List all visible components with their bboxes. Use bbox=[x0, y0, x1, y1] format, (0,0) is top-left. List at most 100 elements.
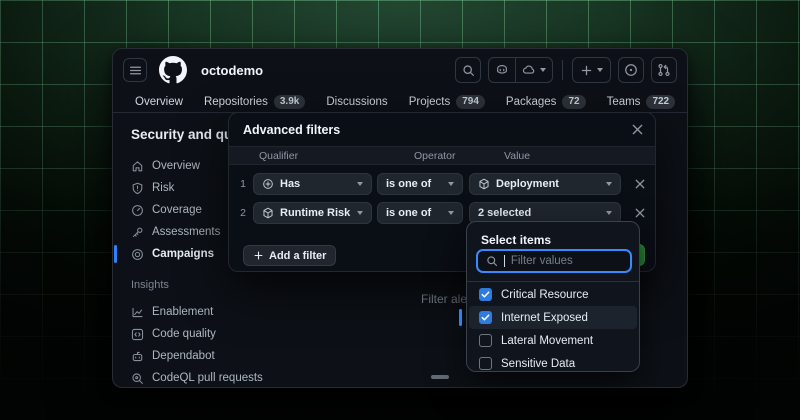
close-icon bbox=[632, 124, 643, 135]
qualifier-dropdown[interactable]: Runtime Risk bbox=[253, 202, 372, 224]
checkbox-unchecked[interactable] bbox=[479, 334, 492, 347]
sidebar-section-insights: Insights bbox=[131, 279, 233, 291]
list-item-critical-resource[interactable]: Critical Resource bbox=[469, 283, 637, 306]
dialog-title: Advanced filters bbox=[243, 123, 340, 137]
search-button[interactable] bbox=[455, 57, 481, 83]
dialog-header: Advanced filters bbox=[229, 113, 655, 146]
column-qualifier: Qualifier bbox=[259, 150, 298, 162]
select-items-panel: Select items Critical Resource bbox=[466, 221, 640, 372]
search-icon bbox=[462, 64, 475, 77]
list-item-internet-exposed[interactable]: Internet Exposed bbox=[469, 306, 637, 329]
sidebar-item-enablement[interactable]: Enablement bbox=[131, 301, 233, 323]
shield-icon bbox=[131, 182, 144, 195]
tab-packages[interactable]: Packages72 bbox=[506, 91, 586, 112]
sidebar-title: Security and quality bbox=[131, 127, 233, 142]
focused-item-indicator bbox=[459, 309, 462, 326]
sidebar-item-code-quality[interactable]: Code quality bbox=[131, 323, 233, 345]
tab-discussions[interactable]: Discussions bbox=[326, 91, 387, 112]
pull-requests-button[interactable] bbox=[651, 57, 677, 83]
plus-icon bbox=[253, 250, 264, 261]
operator-dropdown[interactable]: is one of bbox=[377, 202, 463, 224]
filter-table-header: Qualifier Operator Value bbox=[229, 146, 655, 165]
add-filter-button[interactable]: Add a filter bbox=[243, 245, 336, 266]
tab-projects[interactable]: Projects794 bbox=[409, 91, 485, 112]
key-icon bbox=[131, 226, 144, 239]
qualifier-dropdown[interactable]: Has bbox=[253, 173, 372, 195]
chevron-down-icon bbox=[448, 211, 454, 215]
chevron-down-icon bbox=[540, 68, 546, 72]
sidebar-item-risk[interactable]: Risk bbox=[131, 177, 233, 199]
plus-icon bbox=[580, 64, 593, 77]
checkbox-unchecked[interactable] bbox=[479, 357, 492, 370]
close-icon bbox=[635, 208, 645, 218]
filter-values-search[interactable] bbox=[476, 249, 632, 273]
copilot-split-button bbox=[488, 57, 553, 83]
copilot-button[interactable] bbox=[489, 58, 515, 82]
header-divider bbox=[562, 60, 563, 80]
sidebar-item-codeql-pull-requests[interactable]: CodeQL pull requests bbox=[131, 367, 233, 388]
issues-button[interactable] bbox=[618, 57, 644, 83]
checkbox-checked[interactable] bbox=[479, 311, 492, 324]
hamburger-icon bbox=[129, 64, 142, 77]
tab-overview[interactable]: Overview bbox=[135, 91, 183, 112]
filter-values-input[interactable] bbox=[511, 255, 622, 267]
check-icon bbox=[481, 290, 490, 299]
chevron-down-icon bbox=[606, 182, 612, 186]
copilot-menu-button[interactable] bbox=[515, 58, 552, 82]
filter-row: 1 Has is one of Deployment bbox=[229, 173, 655, 195]
app-header: octodemo bbox=[113, 49, 687, 91]
cube-icon bbox=[478, 178, 490, 190]
scrollbar-handle[interactable] bbox=[431, 375, 449, 379]
security-sidebar: Security and quality Overview Risk Cover… bbox=[113, 113, 233, 387]
hamburger-menu-button[interactable] bbox=[123, 58, 147, 82]
column-value: Value bbox=[504, 150, 530, 162]
code-icon bbox=[131, 328, 144, 341]
sidebar-item-campaigns[interactable]: Campaigns bbox=[131, 243, 233, 265]
cloud-icon bbox=[522, 63, 536, 77]
select-items-list: Critical Resource Internet Exposed Later… bbox=[467, 283, 639, 375]
row-number: 1 bbox=[237, 178, 249, 190]
sidebar-item-dependabot[interactable]: Dependabot bbox=[131, 345, 233, 367]
close-dialog-button[interactable] bbox=[632, 124, 643, 135]
codeql-icon bbox=[131, 372, 144, 385]
page-background: octodemo bbox=[0, 0, 800, 420]
header-actions bbox=[455, 57, 677, 83]
packages-count: 72 bbox=[562, 95, 585, 109]
projects-count: 794 bbox=[456, 95, 485, 109]
operator-dropdown[interactable]: is one of bbox=[377, 173, 463, 195]
checkbox-checked[interactable] bbox=[479, 288, 492, 301]
panel-divider bbox=[467, 281, 639, 282]
column-operator: Operator bbox=[414, 150, 455, 162]
chevron-down-icon bbox=[597, 68, 603, 72]
copilot-icon bbox=[495, 63, 509, 77]
chevron-down-icon bbox=[606, 211, 612, 215]
remove-filter-button[interactable] bbox=[631, 205, 649, 221]
text-cursor bbox=[504, 255, 505, 267]
meter-icon bbox=[131, 204, 144, 217]
org-name[interactable]: octodemo bbox=[201, 63, 263, 78]
git-pull-request-icon bbox=[657, 63, 671, 77]
goal-icon bbox=[131, 248, 144, 261]
tab-repositories[interactable]: Repositories3.9k bbox=[204, 91, 305, 112]
list-item-sensitive-data[interactable]: Sensitive Data bbox=[469, 352, 637, 375]
repositories-count: 3.9k bbox=[274, 95, 305, 109]
remove-filter-button[interactable] bbox=[631, 176, 649, 192]
home-icon bbox=[131, 160, 144, 173]
sidebar-item-coverage[interactable]: Coverage bbox=[131, 199, 233, 221]
list-item-lateral-movement[interactable]: Lateral Movement bbox=[469, 329, 637, 352]
cube-icon bbox=[262, 207, 274, 219]
github-logo-icon[interactable] bbox=[159, 56, 187, 84]
value-dropdown[interactable]: Deployment bbox=[469, 173, 621, 195]
row-number: 2 bbox=[237, 207, 249, 219]
issue-opened-icon bbox=[624, 63, 638, 77]
sidebar-item-overview[interactable]: Overview bbox=[131, 155, 233, 177]
tab-teams[interactable]: Teams722 bbox=[607, 91, 676, 112]
create-new-button[interactable] bbox=[572, 57, 611, 83]
org-nav-tabs: Overview Repositories3.9k Discussions Pr… bbox=[113, 91, 687, 113]
active-item-indicator bbox=[114, 245, 117, 263]
chevron-down-icon bbox=[357, 182, 363, 186]
sidebar-item-assessments[interactable]: Assessments bbox=[131, 221, 233, 243]
search-icon bbox=[486, 255, 498, 267]
chevron-down-icon bbox=[448, 182, 454, 186]
teams-count: 722 bbox=[646, 95, 675, 109]
